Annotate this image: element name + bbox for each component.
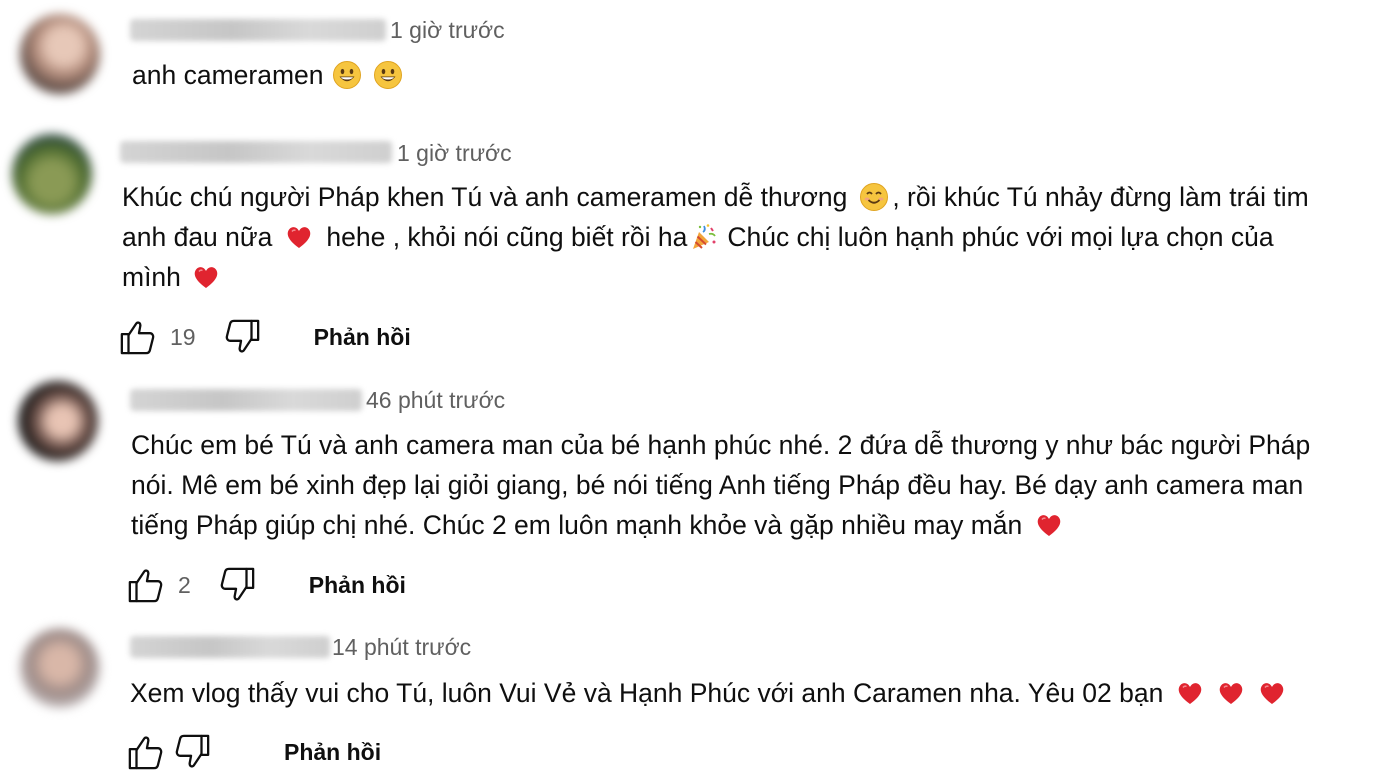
comment-text-line: Chúc chị luôn hạnh phúc với mọi lựa chọn… bbox=[727, 222, 1274, 252]
comment-text-line: Xem vlog thấy vui cho Tú, luôn Vui Vẻ và… bbox=[130, 678, 1164, 708]
dislike-button[interactable] bbox=[217, 565, 257, 605]
smiling-face-icon bbox=[859, 182, 889, 212]
dislike-button[interactable] bbox=[172, 732, 212, 772]
reply-button[interactable]: Phản hồi bbox=[284, 739, 381, 766]
like-count: 2 bbox=[178, 571, 191, 598]
comment-actions: Phản hồi bbox=[126, 732, 381, 772]
reply-button[interactable]: Phản hồi bbox=[309, 572, 406, 599]
comment-text: Chúc em bé Tú và anh camera man của bé h… bbox=[131, 425, 1310, 545]
heart-icon bbox=[191, 262, 221, 292]
timestamp[interactable]: 1 giờ trước bbox=[390, 17, 505, 44]
thumbs-down-icon bbox=[173, 733, 211, 771]
comment-text: anh cameramen bbox=[132, 55, 406, 95]
username-handle[interactable] bbox=[130, 19, 386, 41]
comment-text: Xem vlog thấy vui cho Tú, luôn Vui Vẻ và… bbox=[130, 673, 1290, 713]
thumbs-down-icon bbox=[218, 566, 256, 604]
comment-actions: 2 Phản hồi bbox=[126, 565, 406, 605]
thumbs-up-icon bbox=[127, 733, 165, 771]
like-button[interactable] bbox=[126, 565, 166, 605]
username-handle[interactable] bbox=[130, 389, 362, 411]
party-popper-icon bbox=[689, 222, 719, 252]
thumbs-up-icon bbox=[119, 318, 157, 356]
timestamp[interactable]: 14 phút trước bbox=[332, 634, 471, 661]
heart-icon bbox=[1257, 678, 1287, 708]
heart-icon bbox=[1034, 510, 1064, 540]
comment-text-line: , rồi khúc Tú nhảy đừng làm trái tim bbox=[892, 182, 1309, 212]
comment-text: Khúc chú người Pháp khen Tú và anh camer… bbox=[122, 177, 1309, 297]
thumbs-up-icon bbox=[127, 566, 165, 604]
comment-text-line: Khúc chú người Pháp khen Tú và anh camer… bbox=[122, 182, 848, 212]
grinning-face-icon bbox=[373, 60, 403, 90]
grinning-face-icon bbox=[332, 60, 362, 90]
avatar[interactable] bbox=[18, 381, 98, 461]
comment-text-line: mình bbox=[122, 262, 181, 292]
thumbs-down-icon bbox=[223, 318, 261, 356]
comment-text-line: tiếng Pháp giúp chị nhé. Chúc 2 em luôn … bbox=[131, 510, 1023, 540]
reply-button[interactable]: Phản hồi bbox=[314, 324, 411, 351]
avatar[interactable] bbox=[12, 134, 92, 214]
avatar[interactable] bbox=[20, 14, 100, 94]
heart-icon bbox=[1175, 678, 1205, 708]
comment-actions: 19 Phản hồi bbox=[118, 317, 411, 357]
like-button[interactable] bbox=[126, 732, 166, 772]
like-button[interactable] bbox=[118, 317, 158, 357]
username-handle[interactable] bbox=[120, 141, 392, 163]
like-count: 19 bbox=[170, 323, 196, 350]
heart-icon bbox=[1216, 678, 1246, 708]
comment-text-line: hehe , khỏi nói cũng biết rồi ha bbox=[326, 222, 688, 252]
avatar[interactable] bbox=[20, 628, 100, 708]
comment-text-line: anh đau nữa bbox=[122, 222, 273, 252]
username-handle[interactable] bbox=[130, 636, 330, 658]
comment-text-line: Chúc em bé Tú và anh camera man của bé h… bbox=[131, 430, 1311, 460]
comment-text-line: anh cameramen bbox=[132, 60, 324, 90]
timestamp[interactable]: 1 giờ trước bbox=[397, 140, 512, 167]
timestamp[interactable]: 46 phút trước bbox=[366, 387, 505, 414]
heart-icon bbox=[284, 222, 314, 252]
dislike-button[interactable] bbox=[222, 317, 262, 357]
comment-text-line: nói. Mê em bé xinh đẹp lại giỏi giang, b… bbox=[131, 470, 1304, 500]
